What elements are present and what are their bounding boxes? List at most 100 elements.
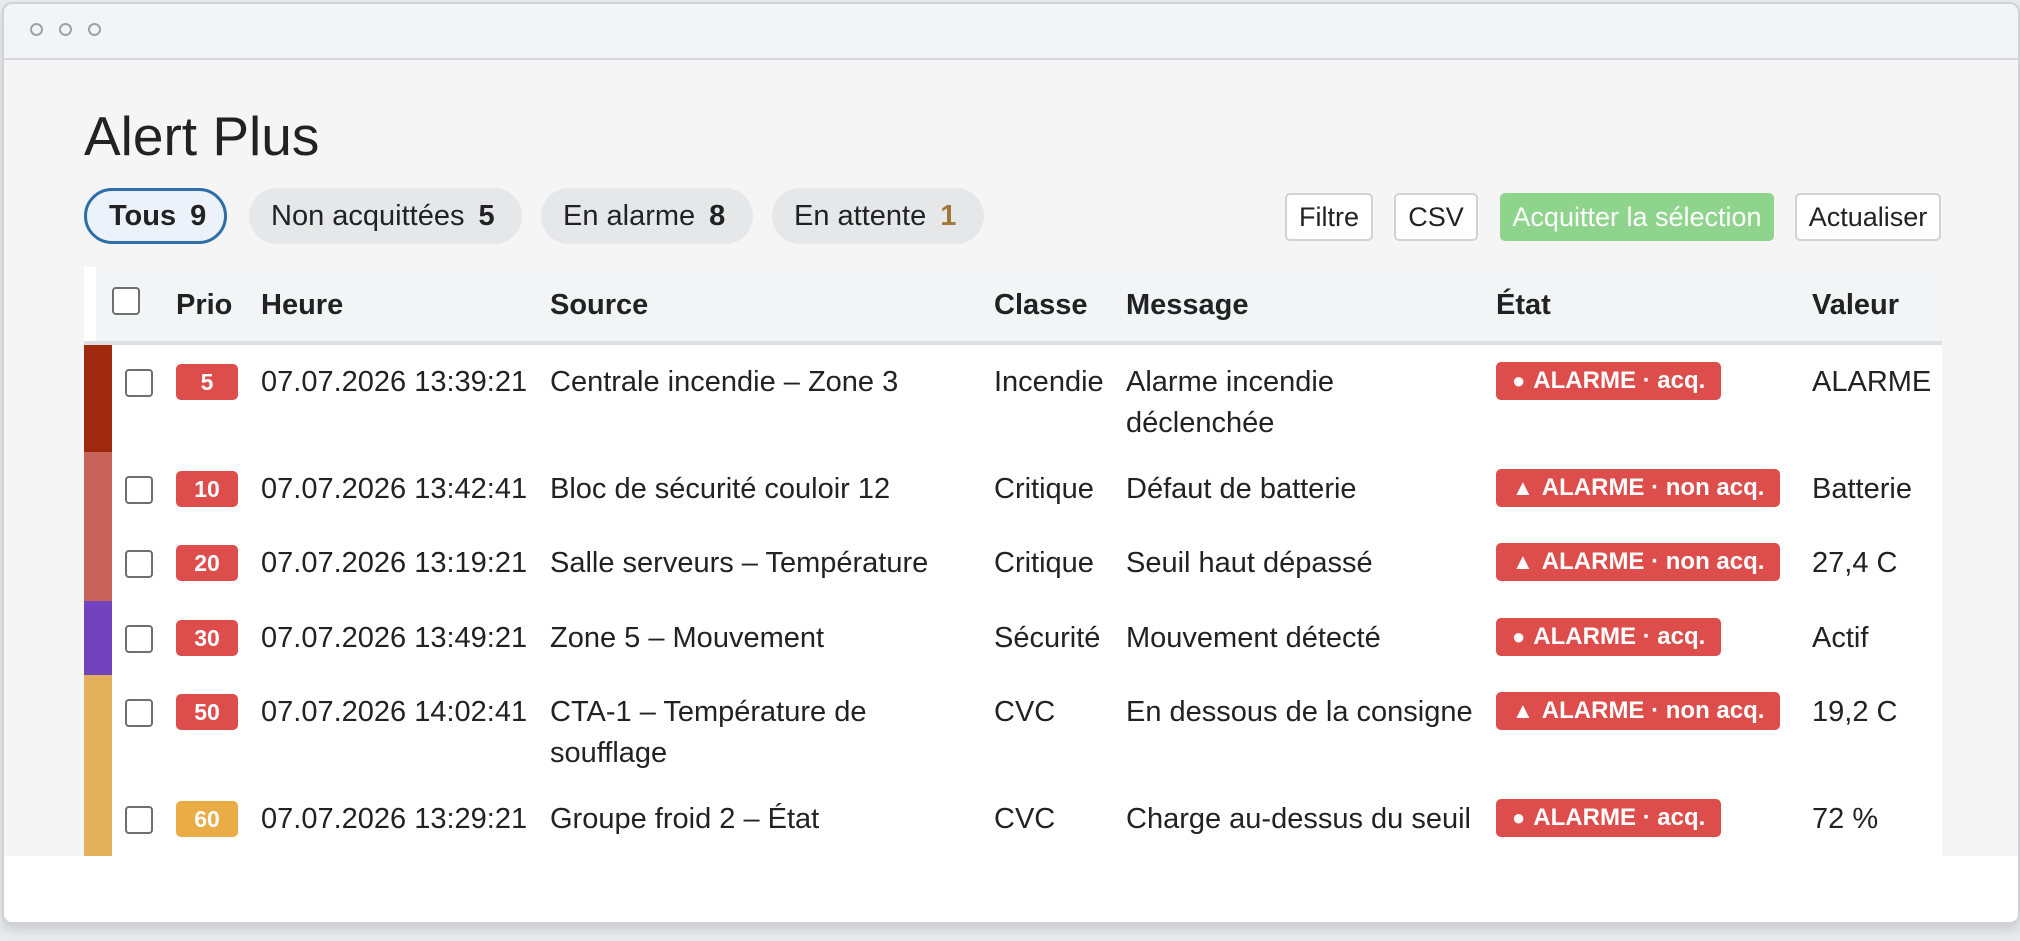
filter-unacknowledged-label: Non acquittées: [271, 199, 465, 232]
priority-badge: 10: [176, 471, 238, 507]
column-header-prio[interactable]: Prio: [176, 289, 232, 322]
table-row[interactable]: 20 07.07.2026 13:19:21 Salle serveurs – …: [84, 526, 1942, 603]
cell-time: 07.07.2026 13:42:41: [261, 473, 528, 505]
filter-pending-label: En attente: [794, 199, 927, 232]
state-badge-text: ALARME · non acq.: [1541, 474, 1765, 501]
row-checkbox[interactable]: [125, 699, 153, 727]
state-badge-text: ALARME · acq.: [1533, 367, 1706, 394]
cell-value: Actif: [1812, 622, 1869, 654]
state-badge: ▲ ALARME · non acq.: [1496, 692, 1781, 730]
cell-source: Zone 5 – Mouvement: [550, 622, 825, 654]
filter-all-count: 9: [190, 199, 207, 232]
filter-pending-count: 1: [940, 199, 957, 232]
priority-badge: 20: [176, 545, 238, 581]
filter-unacknowledged[interactable]: Non acquittées 5: [249, 188, 522, 244]
priority-badge: 30: [176, 620, 238, 656]
priority-color-bar: [84, 782, 112, 856]
select-all-checkbox[interactable]: [112, 287, 140, 315]
row-checkbox[interactable]: [125, 625, 153, 653]
dot-icon: ●: [1512, 624, 1526, 649]
priority-color-bar: [84, 526, 112, 601]
table-row[interactable]: 60 07.07.2026 13:29:21 Groupe froid 2 – …: [84, 782, 1942, 858]
dot-icon: ●: [1512, 805, 1526, 830]
state-badge: ● ALARME · acq.: [1496, 799, 1722, 837]
dot-icon: ●: [1512, 368, 1526, 393]
cell-class: CVC: [994, 803, 1056, 835]
column-header-source[interactable]: Source: [550, 289, 648, 322]
refresh-button[interactable]: Actualiser: [1795, 193, 1941, 241]
window-minimize-icon[interactable]: [59, 23, 72, 36]
cell-source: Bloc de sécurité couloir 12: [550, 473, 891, 505]
cell-source: Centrale incendie – Zone 3: [550, 366, 899, 398]
filter-pending[interactable]: En attente 1: [772, 188, 984, 244]
cell-value: 27,4 C: [1812, 547, 1898, 579]
table-footer-area: [4, 856, 2018, 922]
cell-class: Sécurité: [994, 622, 1101, 654]
row-checkbox[interactable]: [125, 550, 153, 578]
cell-message: Alarme incendie déclenchée: [1126, 366, 1334, 439]
state-badge: ▲ ALARME · non acq.: [1496, 469, 1781, 507]
cell-source: Salle serveurs – Température: [550, 547, 929, 579]
cell-value: 19,2 C: [1812, 696, 1898, 728]
filter-in-alarm-label: En alarme: [563, 199, 696, 232]
table-row[interactable]: 5 07.07.2026 13:39:21 Centrale incendie …: [84, 345, 1942, 454]
cell-message: Défaut de batterie: [1126, 473, 1357, 505]
cell-class: Critique: [994, 547, 1094, 579]
warning-icon: ▲: [1512, 698, 1534, 723]
app-window: Alert Plus Tous 9 Non acquittées 5 En alar…: [2, 2, 2020, 924]
row-checkbox[interactable]: [125, 806, 153, 834]
acknowledge-selection-button[interactable]: Acquitter la sélection: [1500, 193, 1774, 241]
cell-time: 07.07.2026 13:19:21: [261, 547, 528, 579]
cell-message: Mouvement détecté: [1126, 622, 1381, 654]
cell-time: 07.07.2026 14:02:41: [261, 696, 528, 728]
row-checkbox[interactable]: [125, 476, 153, 504]
table-row[interactable]: 50 07.07.2026 14:02:41 CTA-1 – Températu…: [84, 675, 1942, 784]
cell-source: Groupe froid 2 – État: [550, 803, 820, 835]
page-title: Alert Plus: [84, 105, 320, 167]
cell-source: CTA-1 – Température de soufflage: [550, 696, 867, 769]
column-header-state[interactable]: État: [1496, 289, 1551, 322]
priority-color-bar: [84, 452, 112, 526]
state-badge-text: ALARME · acq.: [1533, 804, 1706, 831]
state-badge: ▲ ALARME · non acq.: [1496, 543, 1781, 581]
table-row[interactable]: 10 07.07.2026 13:42:41 Bloc de sécurité …: [84, 452, 1942, 528]
cell-message: Seuil haut dépassé: [1126, 547, 1373, 579]
filter-unacknowledged-count: 5: [478, 199, 495, 232]
priority-color-bar: [84, 345, 112, 452]
cell-time: 07.07.2026 13:39:21: [261, 366, 528, 398]
cell-message: Charge au-dessus du seuil: [1126, 803, 1471, 835]
title-bar: [4, 4, 2018, 60]
state-badge: ● ALARME · acq.: [1496, 618, 1722, 656]
priority-color-bar: [84, 601, 112, 675]
alarms-table: Prio Heure Source Classe Message État Va…: [84, 267, 1942, 858]
state-badge-text: ALARME · acq.: [1533, 623, 1706, 650]
column-header-time[interactable]: Heure: [261, 289, 343, 322]
filter-button[interactable]: Filtre: [1285, 193, 1373, 241]
table-row[interactable]: 30 07.07.2026 13:49:21 Zone 5 – Mouvemen…: [84, 601, 1942, 677]
priority-color-bar: [84, 675, 112, 782]
priority-badge: 60: [176, 801, 238, 837]
priority-badge: 50: [176, 694, 238, 730]
window-close-icon[interactable]: [30, 23, 43, 36]
cell-class: Critique: [994, 473, 1094, 505]
filter-in-alarm[interactable]: En alarme 8: [541, 188, 753, 244]
priority-badge: 5: [176, 364, 238, 400]
cell-class: Incendie: [994, 366, 1104, 398]
column-header-message[interactable]: Message: [1126, 289, 1249, 322]
table-header: Prio Heure Source Classe Message État Va…: [84, 267, 1942, 345]
warning-icon: ▲: [1512, 549, 1534, 574]
cell-value: 72 %: [1812, 803, 1879, 835]
cell-value: ALARME: [1812, 366, 1932, 398]
row-checkbox[interactable]: [125, 369, 153, 397]
column-header-value[interactable]: Valeur: [1812, 289, 1899, 322]
filter-in-alarm-count: 8: [709, 199, 726, 232]
cell-message: En dessous de la consigne: [1126, 696, 1473, 728]
cell-time: 07.07.2026 13:29:21: [261, 803, 528, 835]
window-zoom-icon[interactable]: [88, 23, 101, 36]
csv-export-button[interactable]: CSV: [1394, 193, 1478, 241]
header-strip: [84, 267, 96, 341]
state-badge-text: ALARME · non acq.: [1541, 697, 1765, 724]
column-header-class[interactable]: Classe: [994, 289, 1088, 322]
state-badge-text: ALARME · non acq.: [1541, 548, 1765, 575]
filter-all[interactable]: Tous 9: [84, 188, 227, 244]
